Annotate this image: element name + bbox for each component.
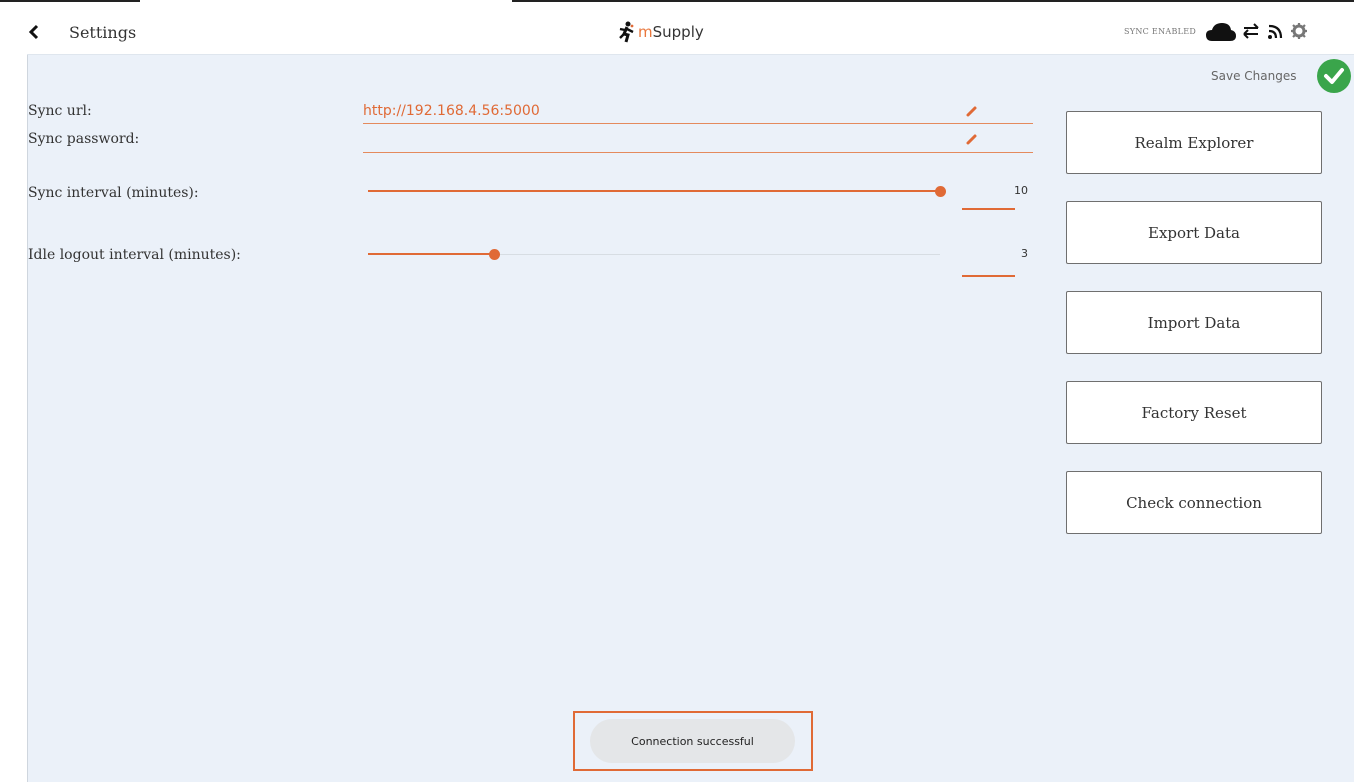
check-connection-button[interactable]: Check connection: [1066, 471, 1322, 534]
app-header: Settings mSupply SYNC ENABLED: [27, 10, 1354, 55]
logo-suffix: Supply: [652, 23, 704, 41]
sync-interval-slider-thumb[interactable]: [934, 186, 946, 197]
logo-text: mSupply: [638, 23, 704, 41]
sync-password-underline: [363, 152, 1033, 153]
idle-logout-input-underline: [962, 275, 1015, 277]
msupply-logo: mSupply: [619, 20, 704, 44]
sync-url-underline: [363, 123, 1033, 124]
sync-status-label: SYNC ENABLED: [1124, 27, 1197, 36]
cloud-icon[interactable]: [1205, 20, 1237, 48]
sync-arrows-icon[interactable]: [1242, 23, 1260, 43]
export-data-button[interactable]: Export Data: [1066, 201, 1322, 264]
gear-icon[interactable]: [1290, 22, 1308, 44]
sync-url-field[interactable]: http://192.168.4.56:5000: [363, 103, 958, 119]
runner-logo-icon: [619, 21, 634, 43]
sync-interval-input[interactable]: 10: [976, 184, 1028, 197]
connection-toast: Connection successful: [590, 719, 795, 763]
chevron-left-icon[interactable]: [27, 23, 45, 41]
realm-explorer-button[interactable]: Realm Explorer: [1066, 111, 1322, 174]
sync-interval-label: Sync interval (minutes):: [28, 185, 199, 201]
import-data-button[interactable]: Import Data: [1066, 291, 1322, 354]
sync-url-label: Sync url:: [28, 103, 92, 119]
idle-logout-slider-fill: [368, 253, 494, 255]
check-circle-icon[interactable]: [1317, 59, 1351, 93]
settings-content: Save Changes Sync url: http://192.168.4.…: [27, 55, 1354, 782]
idle-logout-slider-thumb[interactable]: [488, 249, 500, 260]
sync-password-label: Sync password:: [28, 131, 140, 147]
sync-interval-slider-fill: [368, 190, 940, 192]
top-border-gap: [140, 0, 512, 2]
signal-icon[interactable]: [1267, 22, 1285, 44]
pencil-icon[interactable]: [965, 131, 979, 145]
page-title: Settings: [69, 23, 137, 42]
sync-interval-input-underline: [962, 208, 1015, 210]
idle-logout-label: Idle logout interval (minutes):: [28, 247, 241, 263]
pencil-icon[interactable]: [965, 103, 979, 117]
save-changes-label[interactable]: Save Changes: [1211, 69, 1296, 83]
factory-reset-button[interactable]: Factory Reset: [1066, 381, 1322, 444]
logo-prefix: m: [638, 23, 653, 41]
idle-logout-input[interactable]: 3: [976, 247, 1028, 260]
toast-highlight: Connection successful: [573, 711, 813, 771]
